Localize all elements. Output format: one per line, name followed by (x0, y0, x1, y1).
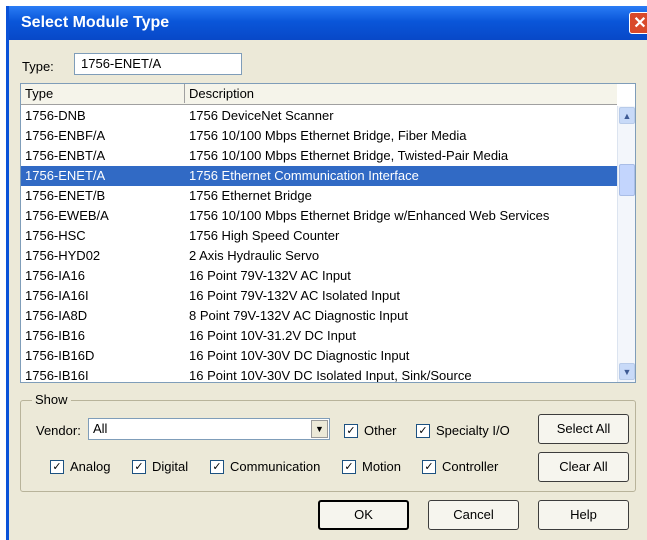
check-icon: ✓ (210, 459, 224, 474)
checkbox-label: Motion (362, 459, 402, 474)
checkbox-label: Communication (230, 459, 321, 474)
show-group-label: Show (32, 392, 71, 407)
list-row[interactable]: 1756-HSC 1756 High Speed Counter (21, 226, 617, 246)
row-type: 1756-EWEB/A (25, 208, 109, 223)
checkbox-label: Analog (70, 459, 111, 474)
vendor-value: All (93, 421, 108, 436)
row-description: 1756 10/100 Mbps Ethernet Bridge, Twiste… (189, 148, 509, 163)
list-row[interactable]: 1756-ENBF/A 1756 10/100 Mbps Ethernet Bri… (21, 126, 617, 146)
check-icon: ✓ (416, 423, 430, 438)
row-description: 1756 10/100 Mbps Ethernet Bridge w/Enhan… (189, 208, 550, 223)
type-input[interactable]: 1756-ENET/A (74, 53, 242, 75)
check-icon: ✓ (342, 459, 356, 474)
list-row[interactable]: 1756-IA16 16 Point 79V-132V AC Input (21, 266, 617, 286)
vendor-dropdown[interactable]: All ▼ (88, 418, 330, 440)
row-type: 1756-HYD02 (25, 248, 101, 263)
vertical-scrollbar[interactable]: ▲ ▼ (617, 106, 635, 382)
row-type: 1756-IB16 (25, 328, 85, 343)
row-type: 1756-IA8D (25, 308, 88, 323)
column-header-type[interactable]: Type (25, 86, 53, 101)
row-description: 16 Point 79V-132V AC Isolated Input (189, 288, 401, 303)
checkbox-controller[interactable]: ✓ Controller (422, 459, 498, 474)
column-separator[interactable] (184, 84, 185, 103)
row-type: 1756-ENET/B (25, 188, 106, 203)
list-row[interactable]: 1756-DNB 1756 DeviceNet Scanner (21, 106, 617, 126)
chevron-down-icon: ▼ (315, 424, 324, 434)
check-icon: ✓ (50, 459, 64, 474)
row-description: 16 Point 10V-30V DC Diagnostic Input (189, 348, 410, 363)
row-description: 16 Point 10V-31.2V DC Input (189, 328, 356, 343)
row-description: 1756 10/100 Mbps Ethernet Bridge, Fiber … (189, 128, 467, 143)
list-row[interactable]: 1756-IA16I 16 Point 79V-132V AC Isolated … (21, 286, 617, 306)
chevron-up-icon: ▲ (622, 111, 632, 121)
row-description: 1756 High Speed Counter (189, 228, 340, 243)
chevron-down-icon: ▼ (622, 367, 632, 377)
row-type: 1756-ENBF/A (25, 128, 106, 143)
row-type: 1756-DNB (25, 108, 86, 123)
list-row[interactable]: 1756-IB16D 16 Point 10V-30V DC Diagnostic… (21, 346, 617, 366)
module-list[interactable]: Type Description 1756-DNB 1756 DeviceNet … (20, 83, 636, 383)
title-bar[interactable]: Select Module Type ✕ (9, 6, 647, 40)
vendor-label: Vendor: (36, 423, 81, 438)
check-icon: ✓ (422, 459, 436, 474)
check-icon: ✓ (344, 423, 358, 438)
scrollbar-thumb[interactable] (619, 164, 635, 196)
list-row[interactable]: 1756-IB16 16 Point 10V-31.2V DC Input (21, 326, 617, 346)
row-type: 1756-IB16D (25, 348, 95, 363)
list-row[interactable]: 1756-IB16I 16 Point 10V-30V DC Isolated I… (21, 366, 617, 383)
checkbox-digital[interactable]: ✓ Digital (132, 459, 188, 474)
checkbox-label: Digital (152, 459, 189, 474)
ok-button[interactable]: OK (318, 500, 409, 530)
row-type: 1756-HSC (25, 228, 86, 243)
row-description: 16 Point 79V-132V AC Input (189, 268, 351, 283)
scroll-up-button[interactable]: ▲ (619, 107, 635, 124)
cancel-button[interactable]: Cancel (428, 500, 519, 530)
checkbox-other[interactable]: ✓ Other (344, 423, 397, 438)
scroll-down-button[interactable]: ▼ (619, 363, 635, 380)
checkbox-label: Other (364, 423, 397, 438)
close-button[interactable]: ✕ (629, 12, 647, 34)
column-header-description[interactable]: Description (189, 86, 254, 101)
row-description: 8 Point 79V-132V AC Diagnostic Input (189, 308, 408, 323)
row-type: 1756-ENET/A (25, 168, 106, 183)
dropdown-arrow-button[interactable]: ▼ (311, 420, 328, 438)
row-type: 1756-IA16 (25, 268, 85, 283)
checkbox-label: Specialty I/O (436, 423, 510, 438)
list-row-selected[interactable]: 1756-ENET/A 1756 Ethernet Communication I… (21, 166, 617, 186)
checkbox-specialty-io[interactable]: ✓ Specialty I/O (416, 423, 510, 438)
checkbox-motion[interactable]: ✓ Motion (342, 459, 401, 474)
row-description: 2 Axis Hydraulic Servo (189, 248, 320, 263)
checkbox-label: Controller (442, 459, 499, 474)
row-type: 1756-IA16I (25, 288, 89, 303)
list-row[interactable]: 1756-IA8D 8 Point 79V-132V AC Diagnostic … (21, 306, 617, 326)
list-row[interactable]: 1756-EWEB/A 1756 10/100 Mbps Ethernet Bri… (21, 206, 617, 226)
help-button[interactable]: Help (538, 500, 629, 530)
row-type: 1756-IB16I (25, 368, 89, 383)
list-row[interactable]: 1756-ENBT/A 1756 10/100 Mbps Ethernet Bri… (21, 146, 617, 166)
check-icon: ✓ (132, 459, 146, 474)
list-header: Type Description (21, 84, 617, 105)
list-row[interactable]: 1756-HYD02 2 Axis Hydraulic Servo (21, 246, 617, 266)
checkbox-communication[interactable]: ✓ Communication (210, 459, 320, 474)
clear-all-button[interactable]: Clear All (538, 452, 629, 482)
list-row[interactable]: 1756-ENET/B 1756 Ethernet Bridge (21, 186, 617, 206)
row-description: 1756 DeviceNet Scanner (189, 108, 334, 123)
type-label: Type: (22, 59, 54, 74)
row-description: 16 Point 10V-30V DC Isolated Input, Sink… (189, 368, 472, 383)
checkbox-analog[interactable]: ✓ Analog (50, 459, 110, 474)
window-title: Select Module Type (21, 14, 170, 31)
row-type: 1756-ENBT/A (25, 148, 106, 163)
select-all-button[interactable]: Select All (538, 414, 629, 444)
row-description: 1756 Ethernet Communication Interface (189, 168, 419, 183)
row-description: 1756 Ethernet Bridge (189, 188, 312, 203)
close-icon: ✕ (633, 15, 647, 32)
